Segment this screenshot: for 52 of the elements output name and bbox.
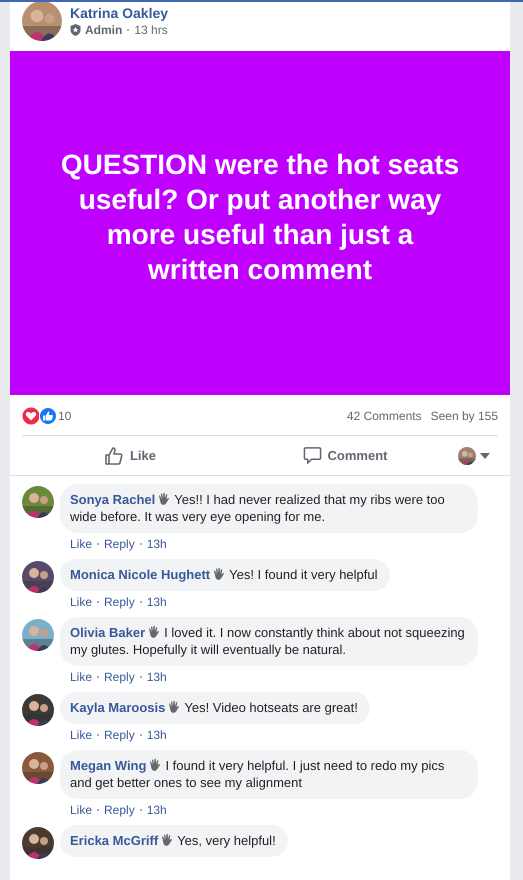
like-button[interactable]: Like	[96, 442, 164, 470]
comment-time[interactable]: 13h	[146, 595, 167, 609]
separator-dot	[140, 543, 142, 545]
comment-time[interactable]: 13h	[146, 670, 167, 684]
comment-action-link[interactable]: Reply	[104, 803, 135, 817]
reaction-count[interactable]: 10	[58, 409, 72, 423]
comment-text: Olivia Baker I loved it. I now constantly think about not squeezing my glutes. Hopefully it will eventually be natural.	[70, 625, 465, 657]
comment-count[interactable]: 42 Comments	[346, 409, 422, 423]
hand-icon	[157, 492, 172, 506]
hand-icon	[148, 758, 162, 772]
comment-text: Kayla Maroosis Yes! Video hotseats are great!	[70, 700, 358, 715]
hand-icon	[212, 567, 226, 581]
comment-action-link[interactable]: Reply	[104, 537, 135, 551]
comment-action-link[interactable]: Reply	[104, 595, 135, 609]
shield-icon	[70, 24, 81, 36]
comment-time[interactable]: 13h	[146, 728, 167, 742]
comment-text: Sonya Rachel Yes!! I had never realized that my ribs were too wide before. It was very eye opening for me.	[70, 492, 445, 524]
separator-dot	[97, 809, 100, 811]
post-time[interactable]: 13 hrs	[134, 23, 168, 37]
comment-time[interactable]: 13h	[146, 803, 167, 817]
comment-text: Megan Wing I found it very helpful. I just need to redo my pics and get better ones to see my alignment	[70, 758, 444, 790]
speech-bubble-icon	[302, 446, 322, 465]
comment-action-link[interactable]: Reply	[104, 728, 135, 742]
post-text: QUESTION were the hot seats useful? Or put another way more useful than just a written comment	[60, 148, 460, 287]
hand-icon	[167, 700, 182, 714]
comment-text: Monica Nicole Hughett Yes! I found it very helpful	[70, 567, 378, 582]
separator-dot	[140, 601, 142, 603]
seen-count[interactable]: Seen by 155	[430, 409, 498, 423]
hand-icon	[160, 833, 174, 847]
separator-dot	[127, 29, 130, 31]
separator-dot	[140, 809, 142, 811]
reaction-icons[interactable]	[22, 407, 58, 425]
comment-text: Ericka McGriff Yes, very helpful!	[70, 833, 276, 848]
comment-action-link[interactable]: Like	[70, 728, 92, 742]
comment-action-link[interactable]: Like	[70, 595, 92, 609]
comment-action-link[interactable]: Like	[70, 537, 92, 551]
role-label: Admin	[85, 23, 122, 37]
comment-action-link[interactable]: Like	[70, 803, 92, 817]
author-name[interactable]: Katrina Oakley	[70, 4, 168, 22]
caret-icon	[480, 452, 490, 458]
comment-action-link[interactable]: Like	[70, 670, 92, 684]
separator-dot	[140, 676, 142, 678]
comment-time[interactable]: 13h	[146, 537, 167, 551]
separator-dot	[97, 601, 100, 603]
separator-dot	[97, 676, 100, 678]
comment-action-link[interactable]: Reply	[104, 670, 135, 684]
separator-dot	[140, 734, 142, 736]
thumbs-up-icon	[104, 446, 124, 466]
hand-icon	[147, 625, 162, 639]
comment-button[interactable]: Comment	[294, 442, 396, 469]
separator-dot	[97, 734, 100, 736]
separator-dot	[97, 543, 100, 545]
